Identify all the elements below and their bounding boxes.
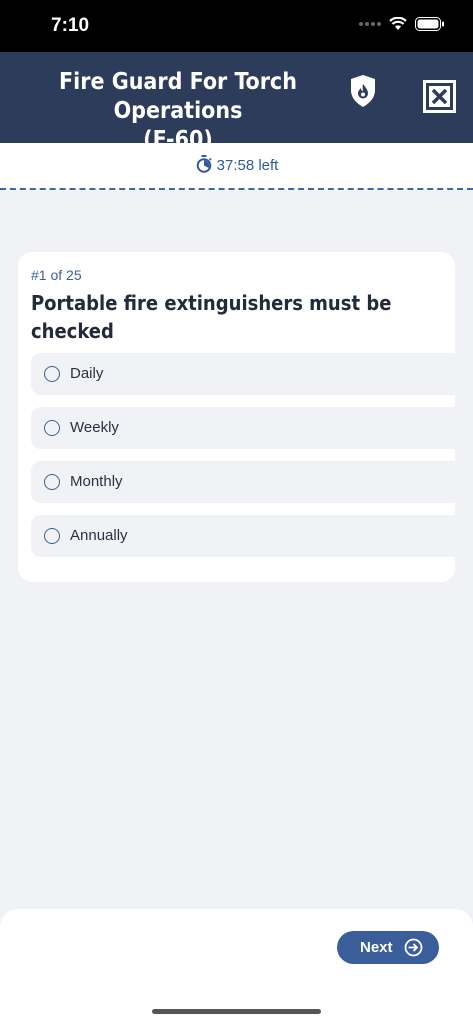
- signal-icon: [359, 22, 381, 26]
- close-button[interactable]: [423, 80, 456, 113]
- timer: 37:58 left: [0, 155, 473, 174]
- page-title: Fire Guard For Torch Operations (F-60): [10, 68, 346, 155]
- option-label: Weekly: [70, 419, 119, 436]
- time-remaining: 37:58 left: [216, 157, 279, 174]
- arrow-right-circle-icon: [404, 938, 423, 957]
- radio-icon[interactable]: [44, 366, 60, 382]
- wifi-icon: [389, 17, 407, 30]
- question-text-line-1: Portable fire extinguishers must be chec…: [31, 291, 392, 343]
- option-weekly[interactable]: Weekly: [31, 407, 455, 449]
- stopwatch-icon: [196, 155, 212, 173]
- shield-fire-icon: [351, 75, 375, 107]
- question-card: #1 of 25 Portable fire extinguishers mus…: [18, 252, 455, 582]
- status-time: 7:10: [51, 15, 90, 36]
- next-button[interactable]: Next: [337, 931, 439, 964]
- radio-icon[interactable]: [44, 420, 60, 436]
- status-bar: 7:10: [0, 0, 473, 52]
- option-label: Annually: [70, 527, 128, 544]
- option-daily[interactable]: Daily: [31, 353, 455, 395]
- radio-icon[interactable]: [44, 528, 60, 544]
- option-monthly[interactable]: Monthly: [31, 461, 455, 503]
- option-annually[interactable]: Annually: [31, 515, 455, 557]
- title-line-1: Fire Guard For Torch Operations: [59, 69, 297, 124]
- option-label: Daily: [70, 365, 104, 382]
- question-number: #1 of 25: [31, 267, 82, 283]
- divider: [0, 188, 473, 190]
- close-icon: [426, 83, 453, 110]
- home-indicator: [152, 1009, 321, 1014]
- timer-bar: 37:58 left: [0, 143, 473, 189]
- next-label: Next: [360, 939, 393, 956]
- option-label: Monthly: [70, 473, 123, 490]
- radio-icon[interactable]: [44, 474, 60, 490]
- battery-icon: [415, 17, 444, 31]
- status-icons: [359, 17, 445, 31]
- footer-bar: Next: [0, 909, 473, 1024]
- header-bar: Fire Guard For Torch Operations (F-60): [0, 52, 473, 153]
